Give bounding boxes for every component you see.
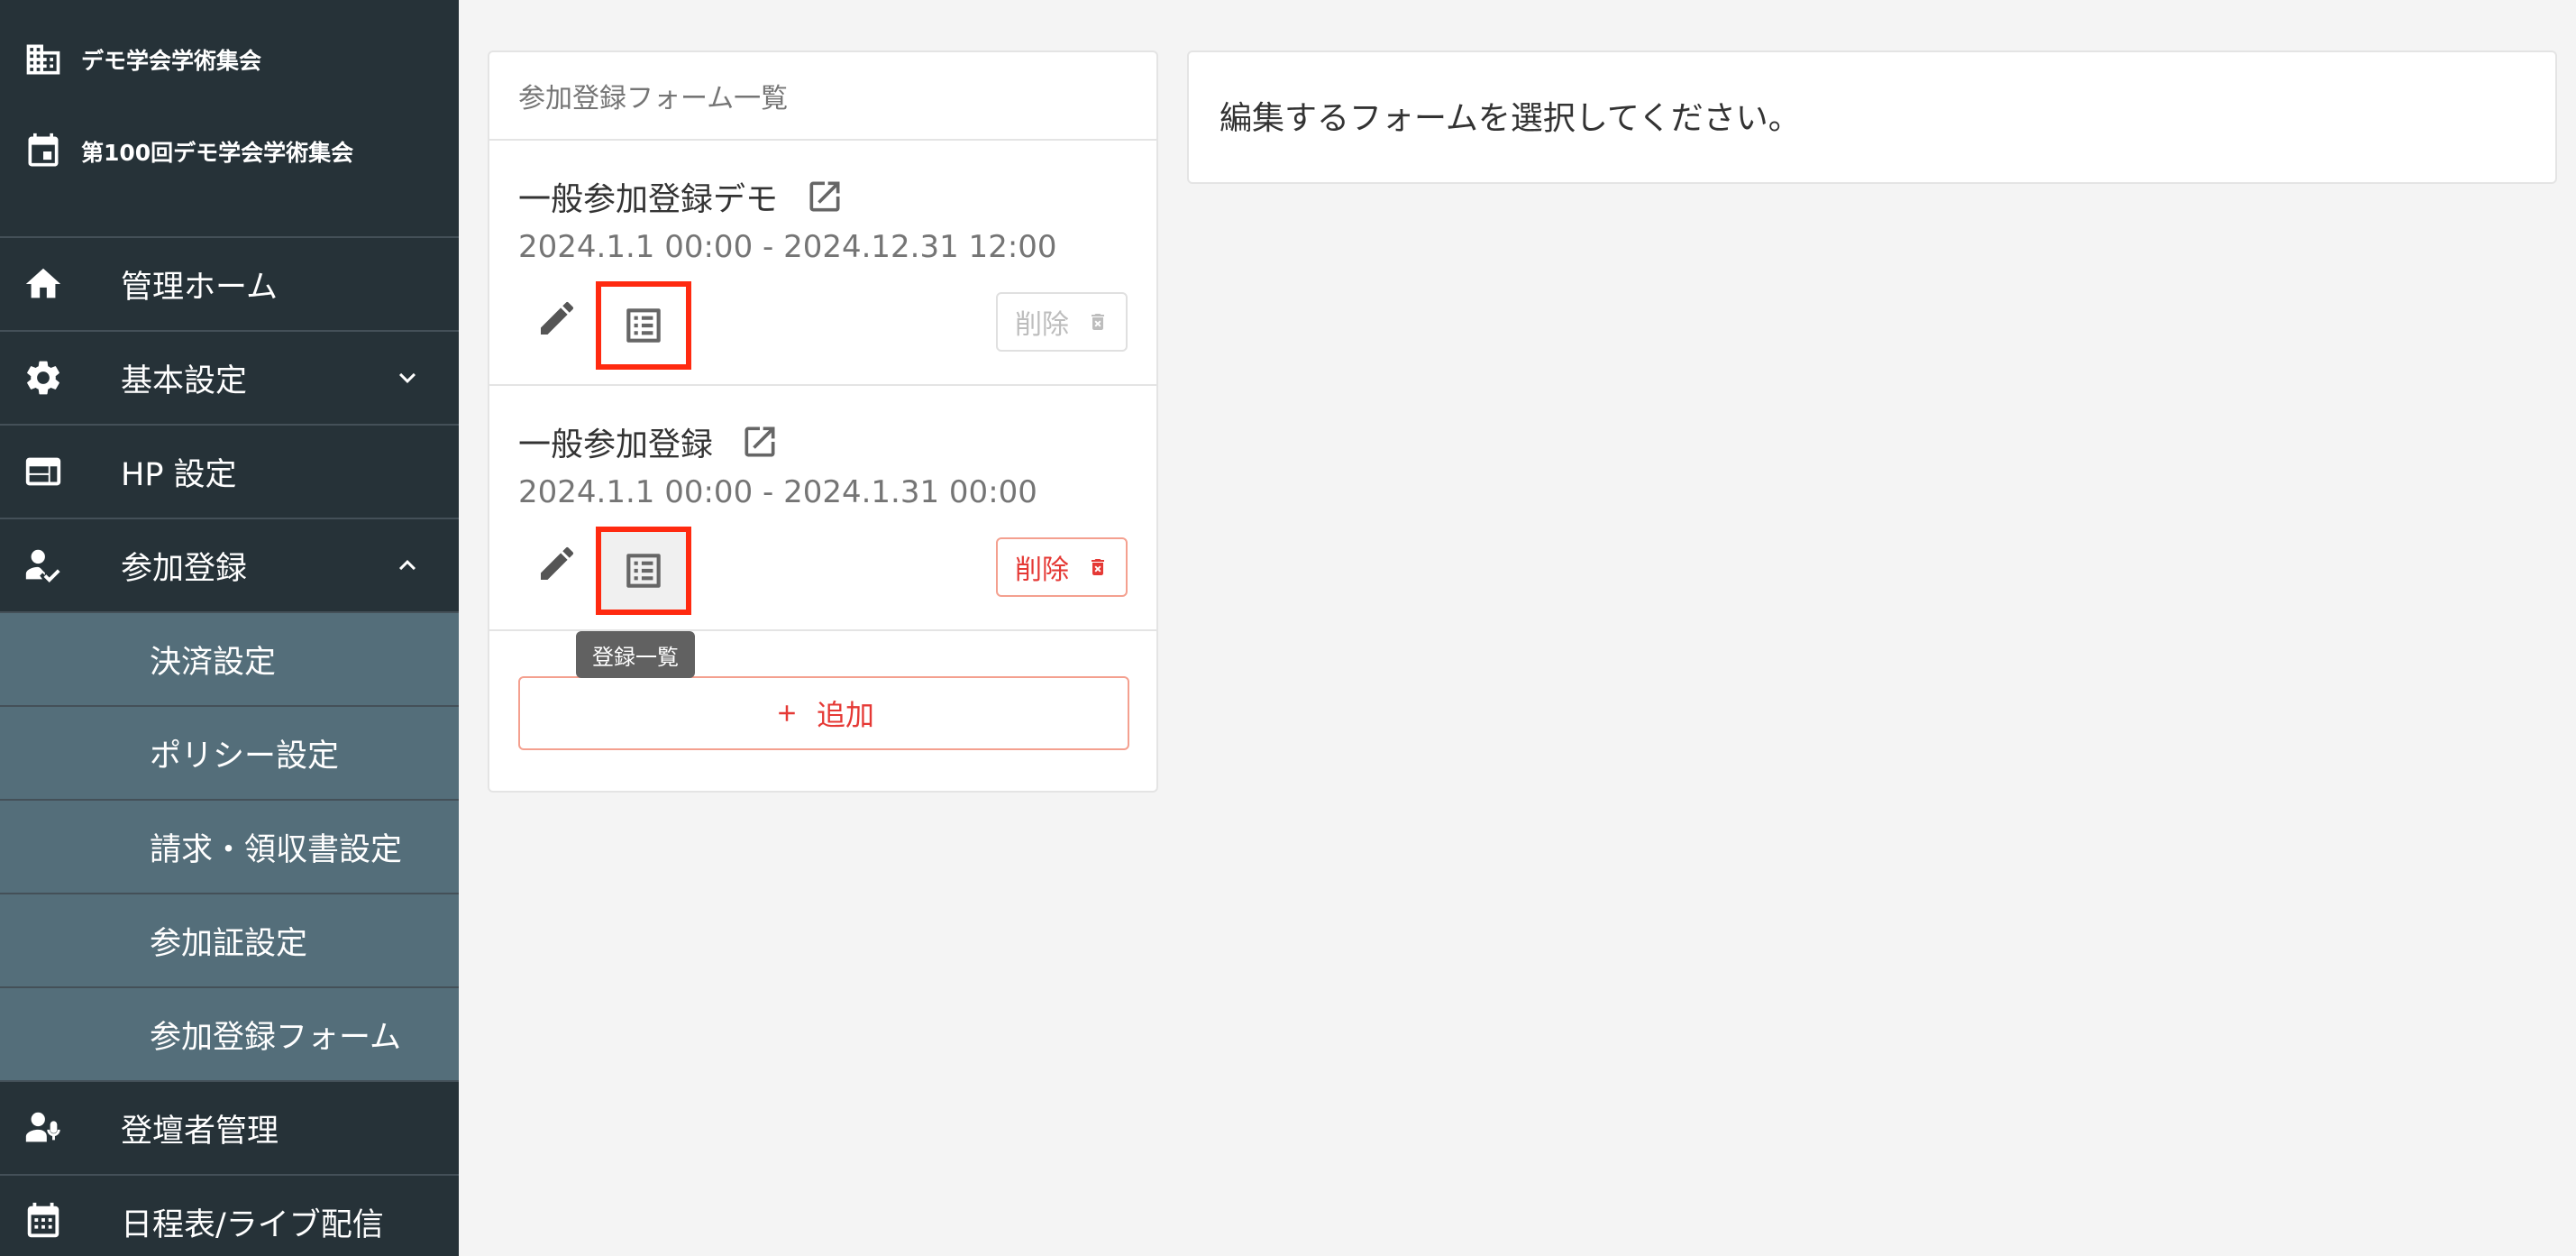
sidebar-item-schedule[interactable]: 日程表/ライブ配信 [0,1174,459,1256]
sidebar-item-label: ポリシー設定 [150,738,340,775]
calendar-grid-icon [22,1200,65,1243]
sidebar: デモ学会学術集会 第100回デモ学会学術集会 管理ホーム 基本設定 HP 設定 … [0,0,459,1256]
delete-button[interactable]: 削除 [996,537,1128,597]
chevron-down-icon [389,360,425,396]
sidebar-item-policy-settings[interactable]: ポリシー設定 [0,705,459,799]
pencil-icon [541,546,574,580]
form-title-row: 一般参加登録 [518,418,780,465]
sidebar-item-label: 決済設定 [150,644,277,681]
sidebar-item-registration-form[interactable]: 参加登録フォーム [0,986,459,1080]
sidebar-item-label: 基本設定 [121,362,248,399]
org-link[interactable]: デモ学会学術集会 [22,38,261,81]
add-label: 追加 [816,698,874,732]
delete-label: 削除 [1015,555,1069,586]
sidebar-item-label: 参加登録 [121,550,248,587]
sidebar-item-certificate-settings[interactable]: 参加証設定 [0,893,459,986]
sidebar-item-registration[interactable]: 参加登録 [0,518,459,611]
add-form-button[interactable]: 追加 [518,676,1129,750]
sidebar-item-label: HP 設定 [121,456,237,493]
form-title: 一般参加登録デモ [518,181,779,218]
sidebar-item-basic-settings[interactable]: 基本設定 [0,330,459,424]
form-list-header: 参加登録フォーム一覧 [489,52,1156,141]
form-period: 2024.1.1 00:00 - 2024.12.31 12:00 [518,229,1057,265]
sidebar-item-label: 請求・領収書設定 [150,831,403,868]
form-period: 2024.1.1 00:00 - 2024.1.31 00:00 [518,474,1037,510]
pencil-icon [541,301,574,335]
trash-icon [1092,559,1104,575]
sidebar-item-home[interactable]: 管理ホーム [0,236,459,330]
form-item[interactable]: 一般参加登録デモ 2024.1.1 00:00 - 2024.12.31 12:… [489,141,1156,386]
edit-button[interactable] [534,541,580,586]
home-icon [22,262,65,306]
list-alt-icon [626,554,661,588]
gear-icon [22,356,65,399]
sidebar-item-label: 管理ホーム [121,269,278,306]
event-name: 第100回デモ学会学術集会 [81,140,354,166]
sidebar-item-payment-settings[interactable]: 決済設定 [0,611,459,705]
calendar-icon [22,130,65,173]
web-icon [22,450,65,493]
open-in-new-icon[interactable] [740,422,780,462]
form-list-card: 参加登録フォーム一覧 一般参加登録デモ 2024.1.1 00:00 - 202… [488,50,1158,793]
open-in-new-icon[interactable] [805,177,845,216]
sidebar-item-hp-settings[interactable]: HP 設定 [0,424,459,518]
tooltip: 登録一覧 [576,631,695,678]
trash-icon [1092,314,1104,330]
sidebar-nav: 管理ホーム 基本設定 HP 設定 参加登録 決済設定 ポリシー設定 請求・領収書… [0,236,459,1256]
plus-icon [779,705,795,721]
person-check-icon [22,544,65,587]
building-icon [22,38,65,81]
sidebar-item-label: 日程表/ライブ配信 [121,1206,384,1243]
sidebar-item-invoice-settings[interactable]: 請求・領収書設定 [0,799,459,893]
form-title-row: 一般参加登録デモ [518,173,845,220]
edit-button[interactable] [534,296,580,341]
registration-list-button[interactable] [596,281,691,370]
sidebar-item-speakers[interactable]: 登壇者管理 [0,1080,459,1174]
org-name: デモ学会学術集会 [81,48,262,74]
sidebar-item-label: 参加証設定 [150,925,308,962]
delete-label: 削除 [1015,309,1069,341]
sidebar-item-label: 参加登録フォーム [150,1019,401,1056]
form-detail-card: 編集するフォームを選択してください。 [1187,50,2557,184]
list-alt-icon [626,308,661,343]
event-link[interactable]: 第100回デモ学会学術集会 [22,130,353,173]
delete-button[interactable]: 削除 [996,292,1128,352]
select-form-message: 編集するフォームを選択してください。 [1219,100,1801,137]
sidebar-item-label: 登壇者管理 [121,1113,279,1150]
speaker-icon [22,1106,65,1150]
form-title: 一般参加登録 [518,426,714,463]
registration-list-button[interactable] [596,527,691,615]
form-item[interactable]: 一般参加登録 2024.1.1 00:00 - 2024.1.31 00:00 … [489,386,1156,631]
chevron-up-icon [389,547,425,583]
